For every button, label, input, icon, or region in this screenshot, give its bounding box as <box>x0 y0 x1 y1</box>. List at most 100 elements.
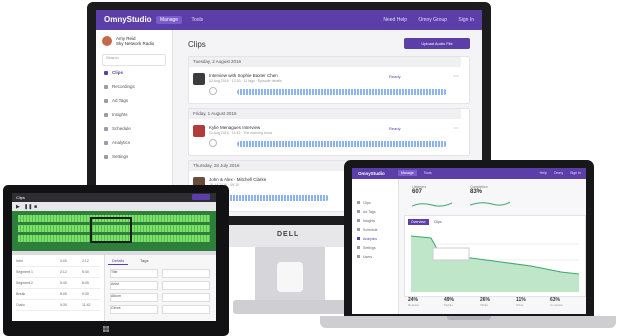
sidebar-item-label: Recordings <box>112 84 135 89</box>
stop-icon[interactable]: ■ <box>34 204 37 210</box>
stat-label: Desktop <box>408 303 420 307</box>
table-row[interactable]: Intro 0:00 2:12 <box>16 259 100 267</box>
album-value-field[interactable] <box>162 293 210 302</box>
album-field[interactable]: Album <box>110 293 158 302</box>
save-button[interactable] <box>192 194 210 200</box>
stat-label: Complete <box>550 303 563 307</box>
sidebar-item-analytics[interactable]: Analytics <box>104 140 170 145</box>
waveform[interactable] <box>237 89 447 95</box>
analytics-chart[interactable]: Overview Clips <box>404 215 586 297</box>
row-label: Break <box>16 292 26 296</box>
more-icon[interactable]: ⋯ <box>453 73 459 80</box>
sidebar-item-ad-tags[interactable]: Ad Tags <box>357 210 376 214</box>
sidebar-item-settings[interactable]: Settings <box>104 154 170 159</box>
more-icon[interactable]: ⋯ <box>453 125 459 132</box>
chart-icon <box>357 237 360 240</box>
table-row[interactable]: Outro 9:30 11:42 <box>16 303 100 311</box>
table-row[interactable]: Segment 2 5:40 8:05 <box>16 281 100 289</box>
nav-tools[interactable]: Tools <box>187 16 207 24</box>
table-row[interactable]: Break 8:05 9:30 <box>16 292 100 300</box>
play-icon[interactable]: ▶ <box>16 204 20 210</box>
title-field[interactable]: Title <box>110 269 158 278</box>
pause-icon[interactable]: ❚❚ <box>24 204 32 210</box>
stat-summary: 63% Complete <box>550 297 586 307</box>
row-start: 0:00 <box>60 259 67 263</box>
list-item[interactable]: Interview with Sophie Baxter Chen 02 Aug… <box>193 69 465 101</box>
stat-card: Listeners 607 <box>411 185 464 207</box>
app-brand[interactable]: OmnyStudio <box>358 171 385 176</box>
details-panel: Details Tags Title Artist Album Genre <box>106 255 216 321</box>
tab-details[interactable]: Details <box>108 257 129 265</box>
sidebar-item-label: Users <box>363 255 373 259</box>
upload-button[interactable]: Upload Audio File <box>404 38 470 49</box>
nav-manage[interactable]: Manage <box>398 170 417 176</box>
help-link[interactable]: Help <box>540 171 547 175</box>
sidebar-item-analytics[interactable]: Analytics <box>357 237 377 241</box>
list-item[interactable]: Kylie Menagues Interview 01 Aug 2016 · 1… <box>193 121 465 153</box>
help-link[interactable]: Need Help <box>383 17 407 23</box>
genre-value-field[interactable] <box>162 305 210 314</box>
table-row[interactable]: Segment 1 2:12 5:40 <box>16 270 100 278</box>
calendar-icon <box>357 228 360 231</box>
insights-icon <box>104 112 108 117</box>
tag-icon <box>104 98 108 103</box>
row-label: Segment 1 <box>16 270 33 274</box>
tab-overview[interactable]: Overview <box>408 219 429 225</box>
row-end: 9:30 <box>82 292 89 296</box>
app-topbar: OmnyStudio Manage Tools Need Help Omny G… <box>96 10 482 30</box>
sidebar-item-recordings[interactable]: Recordings <box>104 84 170 89</box>
genre-field[interactable]: Genre <box>110 305 158 314</box>
sidebar-item-schedule[interactable]: Schedule <box>104 126 170 131</box>
title-value-field[interactable] <box>162 269 210 278</box>
page-title: Clips <box>188 40 206 49</box>
account-link[interactable]: Sign In <box>458 17 474 23</box>
artist-value-field[interactable] <box>162 281 210 290</box>
sidebar-item-clips[interactable]: Clips <box>357 201 371 205</box>
editor-toolbar: ▶ ❚❚ ■ <box>12 202 216 211</box>
day-group: Tuesday, 2 August 2016 Interview with So… <box>188 56 470 104</box>
avatar[interactable] <box>102 36 112 46</box>
laptop-notch <box>447 316 491 320</box>
top-right-menu: Need Help Omny Group Sign In <box>373 17 474 23</box>
sidebar-item-clips[interactable]: Clips <box>104 70 170 75</box>
org-switcher[interactable]: Omny <box>554 171 563 175</box>
stat-label: Other <box>516 303 524 307</box>
search-input[interactable]: Search <box>102 54 166 66</box>
sidebar-item-schedule[interactable]: Schedule <box>357 228 378 232</box>
sidebar-item-users[interactable]: Users <box>357 255 372 259</box>
org-switcher[interactable]: Omny Group <box>418 17 447 23</box>
tab-tags[interactable]: Tags <box>136 257 152 264</box>
stat-value: 607 <box>412 189 423 195</box>
row-end: 8:05 <box>82 281 89 285</box>
sidebar-item-insights[interactable]: Insights <box>357 219 375 223</box>
sidebar-item-insights[interactable]: Insights <box>104 112 170 117</box>
clip-title[interactable]: Interview with Sophie Baxter Chen <box>209 73 369 78</box>
selection-region[interactable] <box>90 217 132 243</box>
play-icon[interactable] <box>209 87 217 95</box>
account-link[interactable]: Sign In <box>570 171 581 175</box>
clip-thumbnail <box>193 125 205 137</box>
stand-base <box>233 300 347 314</box>
sidebar-item-ad-tags[interactable]: Ad Tags <box>104 98 170 103</box>
artist-field[interactable]: Artist <box>110 281 158 290</box>
sidebar-item-label: Settings <box>363 246 376 250</box>
tablet-screen: Clips ▶ ❚❚ ■ Intro 0:00 2:12 Segment 1 2:12… <box>12 193 216 321</box>
nav-tools[interactable]: Tools <box>421 170 435 176</box>
sidebar-item-label: Settings <box>112 154 129 159</box>
sidebar-item-settings[interactable]: Settings <box>357 246 376 250</box>
sidebar: Clips Ad Tags Insights Schedule Analytic… <box>352 179 399 314</box>
stat-summary: 11% Other <box>516 297 552 307</box>
play-icon[interactable] <box>209 139 217 147</box>
clip-title[interactable]: Kylie Menagues Interview <box>209 125 369 130</box>
brand-logo: DELL <box>277 231 300 238</box>
app-brand[interactable]: OmnyStudio <box>104 15 152 24</box>
tab-clips[interactable]: Clips <box>431 219 445 225</box>
tablet-title: Clips <box>16 195 25 200</box>
clip-meta: 02 Aug 2016 · 12:33 · 11 tags · Episode … <box>209 79 282 83</box>
insights-icon <box>357 219 360 222</box>
waveform[interactable] <box>237 141 447 147</box>
nav-manage[interactable]: Manage <box>156 16 183 24</box>
sidebar-item-label: Ad Tags <box>363 210 376 214</box>
tag-icon <box>357 210 360 213</box>
gear-icon <box>104 154 108 159</box>
